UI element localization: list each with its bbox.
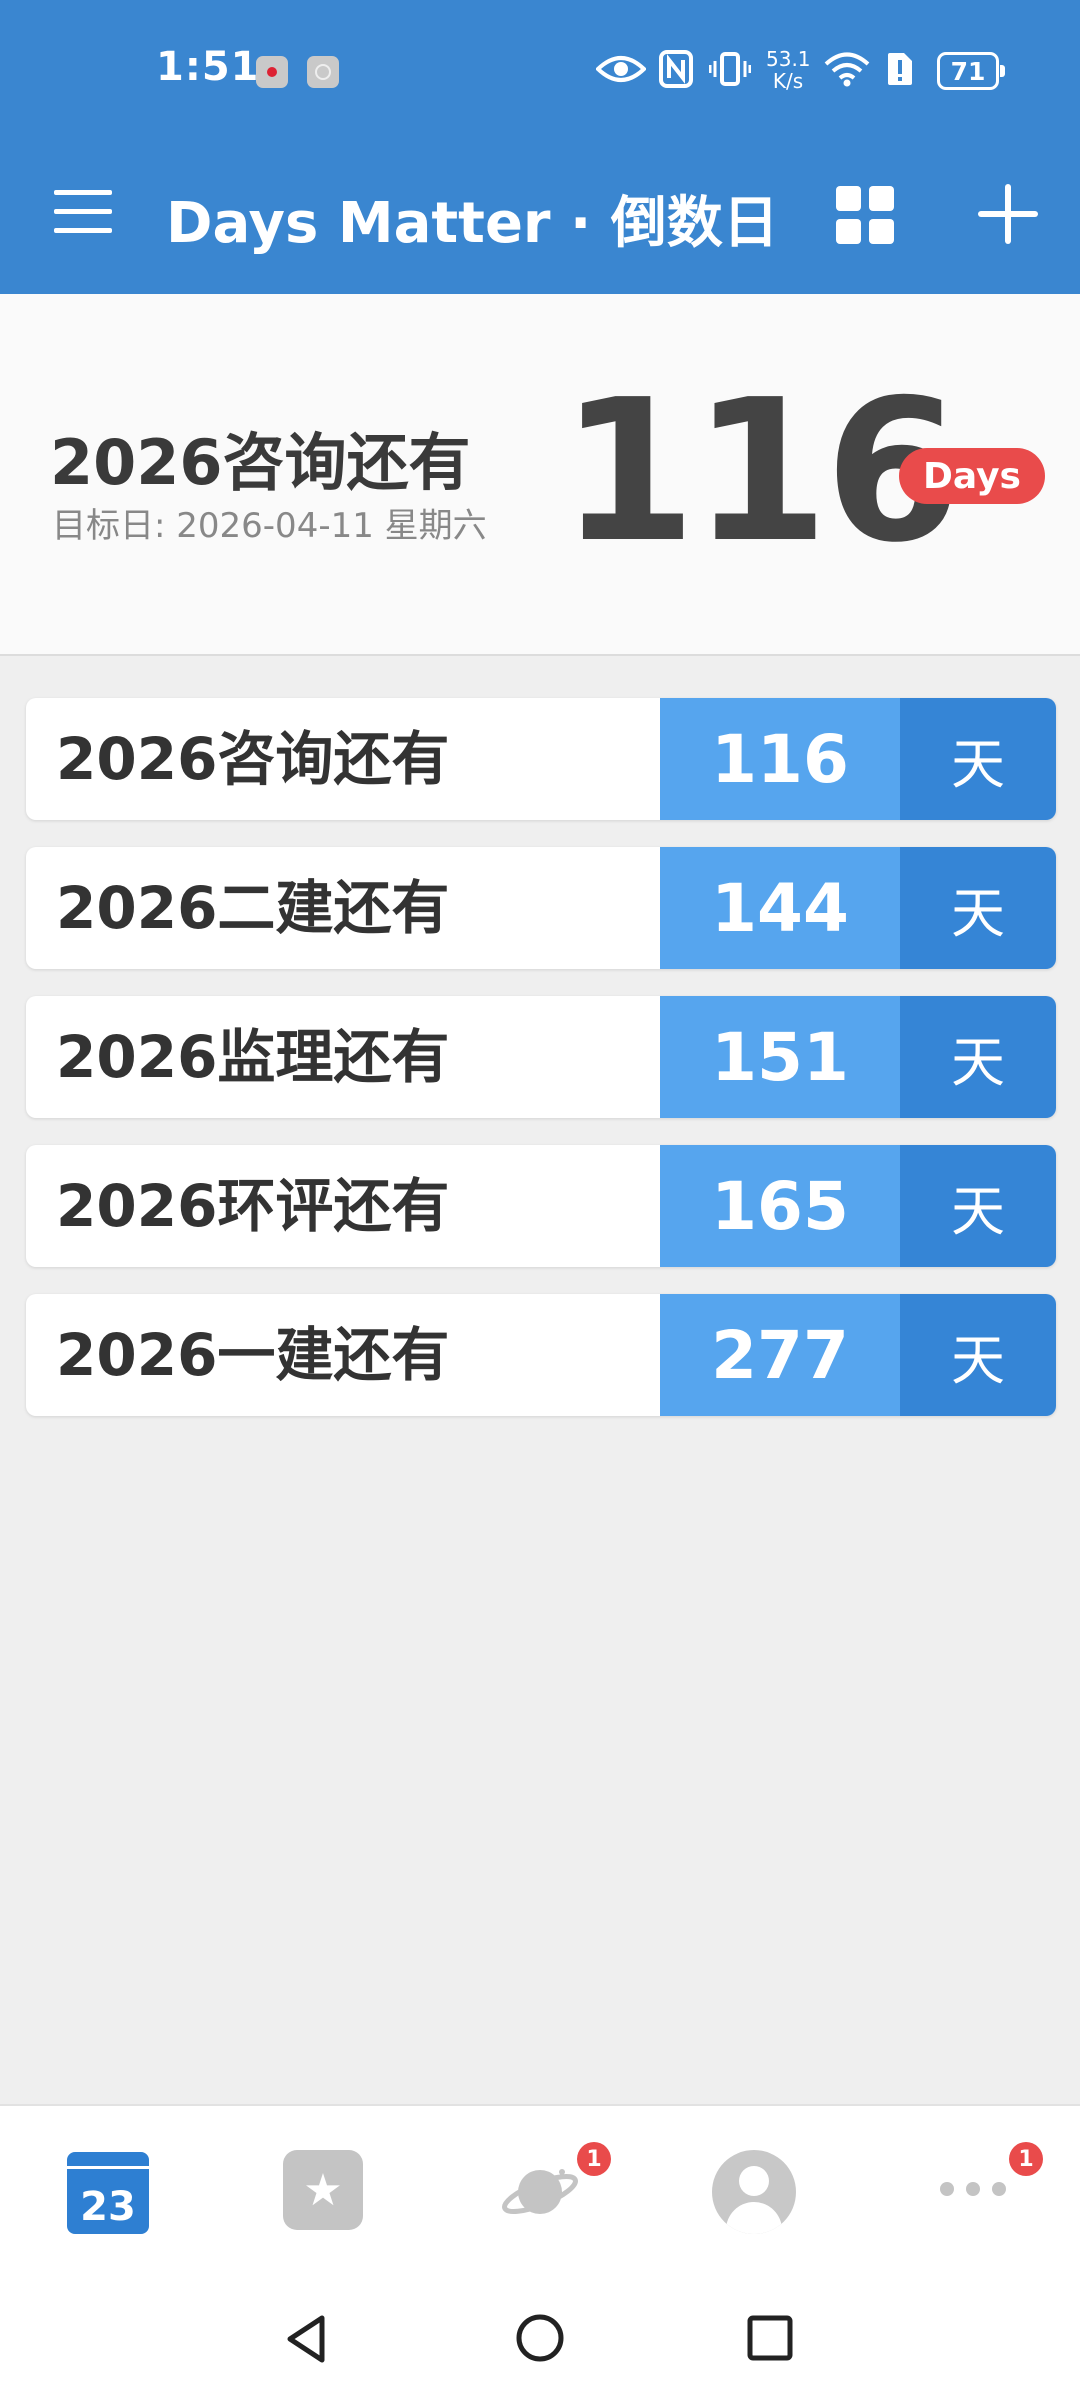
event-days-count: 116: [660, 698, 900, 820]
notification-badge: 1: [1009, 2142, 1043, 2176]
event-days-unit: 天: [900, 847, 1056, 969]
notification-app-icon: [256, 56, 288, 88]
eye-icon: [594, 44, 648, 94]
app-bar: Days Matter · 倒数日: [0, 140, 1080, 294]
event-list: 2026咨询还有 116 天 2026二建还有 144 天 2026监理还有 1…: [26, 698, 1056, 1443]
sim-alert-icon: [882, 44, 918, 94]
featured-event-title: 2026咨询还有: [50, 426, 471, 499]
network-speed-unit: K/s: [772, 69, 804, 93]
event-label: 2026监理还有: [56, 1023, 450, 1091]
featured-target-date: 目标日: 2026-04-11 星期六: [52, 506, 487, 546]
event-item[interactable]: 2026环评还有 165 天: [26, 1145, 1056, 1267]
battery-indicator: 71: [937, 52, 1005, 90]
event-days-count: 144: [660, 847, 900, 969]
menu-icon[interactable]: [54, 190, 112, 234]
system-nav-bar: [0, 2280, 1080, 2400]
back-icon[interactable]: [284, 2314, 328, 2364]
featured-days-count: 116: [560, 358, 961, 586]
network-speed: 53.1 K/s: [766, 47, 811, 93]
event-days-unit: 天: [900, 698, 1056, 820]
event-label: 2026二建还有: [56, 874, 450, 942]
event-days-unit: 天: [900, 1294, 1056, 1416]
event-item[interactable]: 2026咨询还有 116 天: [26, 698, 1056, 820]
network-speed-value: 53.1: [766, 47, 811, 71]
notification-app-icon: [307, 56, 339, 88]
event-days-unit: 天: [900, 1145, 1056, 1267]
event-days-count: 151: [660, 996, 900, 1118]
event-label: 2026环评还有: [56, 1172, 450, 1240]
nav-profile-avatar-icon[interactable]: [712, 2150, 796, 2234]
add-icon[interactable]: [978, 184, 1038, 244]
home-icon[interactable]: [514, 2312, 566, 2364]
wifi-icon: [822, 44, 872, 94]
nav-calendar-icon[interactable]: 23: [67, 2152, 149, 2234]
event-item[interactable]: 2026一建还有 277 天: [26, 1294, 1056, 1416]
event-label: 2026咨询还有: [56, 725, 450, 793]
event-item[interactable]: 2026监理还有 151 天: [26, 996, 1056, 1118]
notification-badge: 1: [577, 2142, 611, 2176]
event-days-unit: 天: [900, 996, 1056, 1118]
status-bar: 1:51 53.1 K/s 71: [0, 0, 1080, 140]
days-badge: Days: [899, 448, 1045, 504]
event-days-count: 277: [660, 1294, 900, 1416]
app-title: Days Matter · 倒数日: [166, 191, 779, 256]
event-label: 2026一建还有: [56, 1321, 450, 1389]
vibrate-icon: [708, 44, 752, 94]
recents-icon[interactable]: [746, 2314, 794, 2362]
status-time: 1:51: [156, 44, 260, 90]
nav-more-icon[interactable]: [940, 2182, 1006, 2198]
featured-countdown-card[interactable]: 2026咨询还有 目标日: 2026-04-11 星期六 116 Days: [0, 294, 1080, 656]
nav-discover-planet-icon[interactable]: [500, 2152, 580, 2232]
grid-view-icon[interactable]: [836, 186, 894, 244]
event-days-count: 165: [660, 1145, 900, 1267]
nav-favorites-icon[interactable]: ★: [283, 2150, 363, 2230]
nfc-icon: [656, 44, 696, 94]
event-item[interactable]: 2026二建还有 144 天: [26, 847, 1056, 969]
